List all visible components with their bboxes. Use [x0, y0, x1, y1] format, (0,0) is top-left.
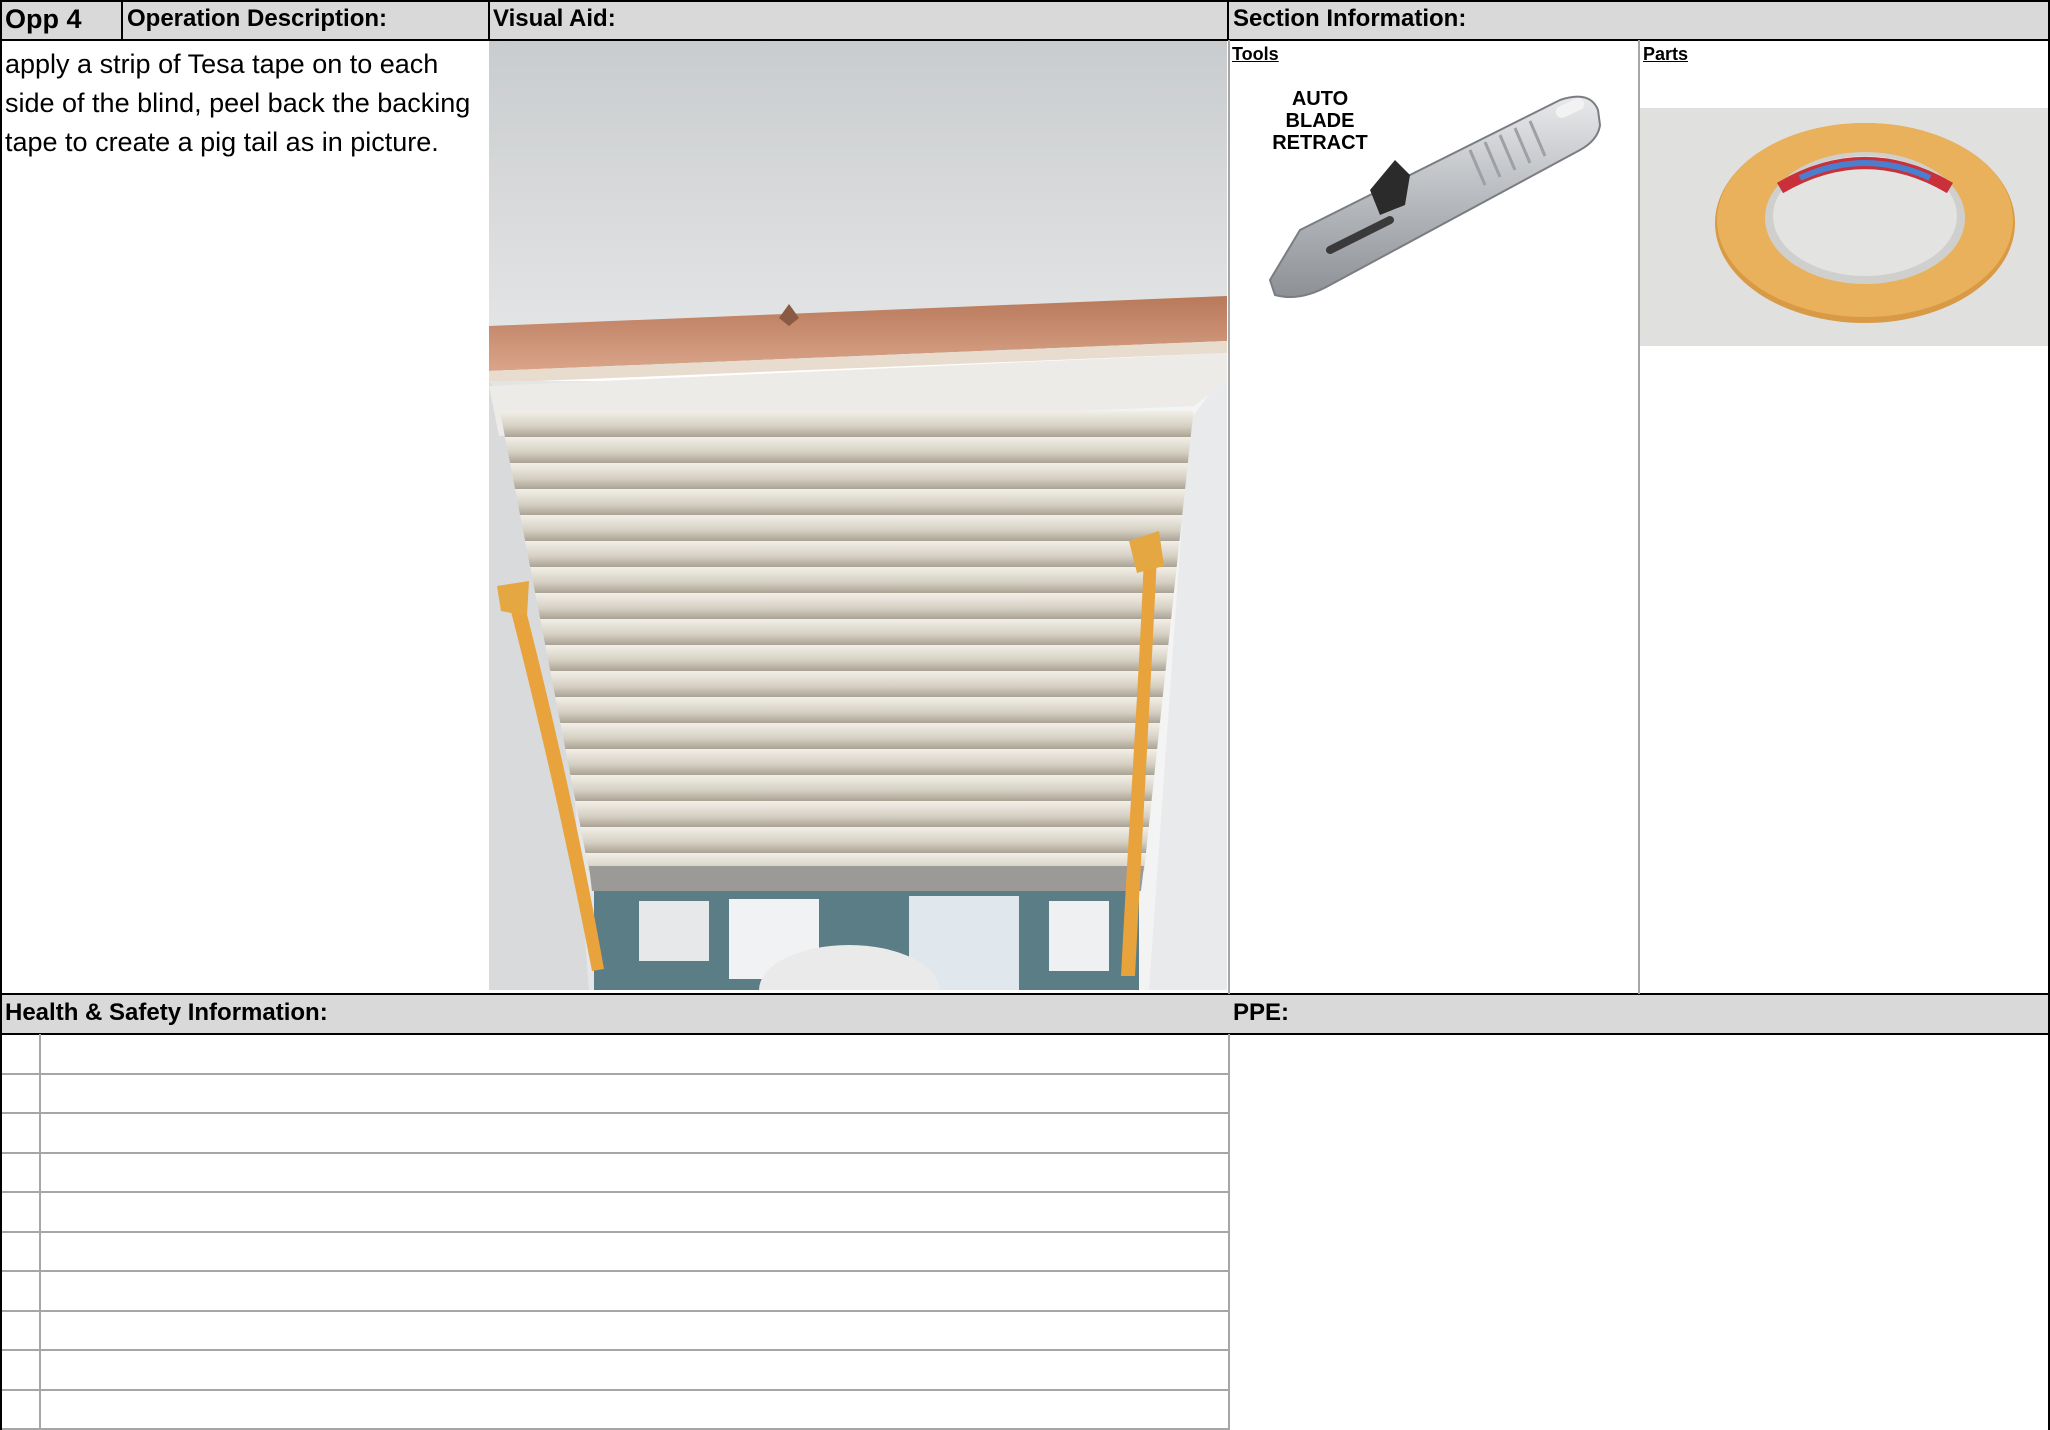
blind-slat [499, 567, 1194, 593]
blind-slat [499, 541, 1194, 567]
part-tape-image [1640, 108, 2048, 346]
middle-top-line [0, 993, 2050, 995]
blind-slat [499, 437, 1194, 463]
window-blind-photo [489, 41, 1227, 990]
blind-slat [499, 489, 1194, 515]
tool-knife-image: AUTO BLADE RETRACT [1240, 80, 1620, 310]
section-information-header: Section Information: [1228, 0, 2048, 40]
health-safety-row[interactable] [0, 1312, 1228, 1351]
middle-bottom-line [0, 1033, 2050, 1035]
tesa-tape-roll-icon [1640, 108, 2048, 346]
blind-slat [499, 463, 1194, 489]
blind-slat [499, 411, 1194, 437]
section-divider [1227, 0, 1229, 40]
visual-aid-photo [489, 41, 1227, 990]
top-border [0, 0, 2050, 2]
blind-slat [499, 775, 1194, 801]
operation-description-text: apply a strip of Tesa tape on to each si… [5, 49, 471, 157]
blind-slat [499, 515, 1194, 541]
blind-slat [499, 697, 1194, 723]
health-safety-row[interactable] [0, 1351, 1228, 1391]
blind-slat [499, 645, 1194, 671]
health-safety-row[interactable] [0, 1035, 1228, 1075]
tools-parts-divider [1638, 40, 1640, 994]
utility-knife-icon [1268, 95, 1602, 298]
health-safety-row[interactable] [0, 1272, 1228, 1312]
health-safety-row[interactable] [0, 1154, 1228, 1193]
blind-slat [499, 723, 1194, 749]
health-safety-row[interactable] [0, 1114, 1228, 1154]
visual-section-divider [1228, 40, 1230, 994]
tools-label: Tools [1232, 44, 1279, 64]
header-bottom-line [0, 39, 2050, 41]
visual-aid-header: Visual Aid: [488, 0, 1228, 40]
parts-label: Parts [1643, 44, 1689, 64]
health-safety-row[interactable] [0, 1391, 1228, 1430]
desc-divider [488, 0, 490, 40]
blind-slat [499, 749, 1194, 775]
left-border [0, 0, 2, 1430]
blind-slat [499, 593, 1194, 619]
ppe-area [1230, 1035, 2048, 1430]
health-safety-row[interactable] [0, 1075, 1228, 1114]
blind-slat [499, 801, 1194, 827]
health-safety-header: Health & Safety Information: [0, 994, 1228, 1034]
blind-slat [499, 619, 1194, 645]
operation-description-header: Operation Description: [122, 0, 488, 40]
health-safety-row[interactable] [0, 1233, 1228, 1272]
hs-number-column-line [39, 1034, 41, 1430]
health-safety-row[interactable] [0, 1193, 1228, 1233]
health-safety-table [0, 1035, 1228, 1430]
blind-slat [499, 827, 1194, 853]
ppe-header: PPE: [1228, 994, 2048, 1034]
blind-slat [499, 671, 1194, 697]
footer-divider [1228, 1034, 1230, 1430]
opp-divider [121, 0, 123, 40]
opp-number: Opp 4 [0, 0, 122, 40]
